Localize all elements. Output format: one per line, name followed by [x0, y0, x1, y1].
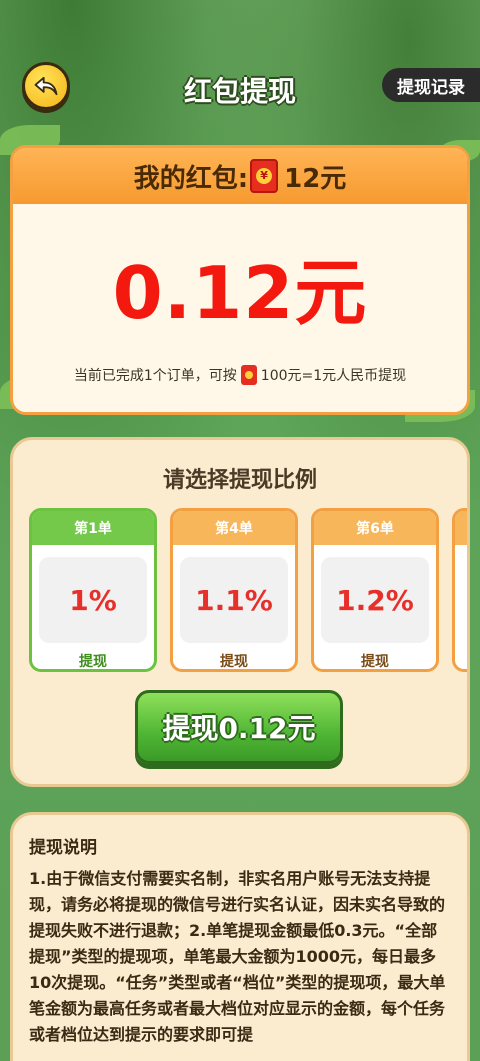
ratio-option-1[interactable]: 第1单 1% 提现 [29, 508, 157, 672]
wallet-label: 我的红包: [133, 163, 249, 194]
option-label: 提现 [361, 654, 389, 670]
note-prefix: 当前已完成1个订单，可按 [73, 368, 237, 384]
option-value: 1.2% [321, 557, 429, 643]
option-label: 提现 [79, 654, 107, 670]
wallet-balance: 12元 [284, 163, 347, 194]
withdrawable-amount: 0.12元 [112, 251, 368, 335]
red-packet-icon [250, 159, 279, 193]
option-head: 第6单 [314, 511, 436, 545]
wallet-card: 我的红包: 12元 0.12元 当前已完成1个订单，可按 100元=1元人民币提… [10, 145, 470, 415]
ratio-option-3[interactable]: 第6单 1.2% 提现 [311, 508, 439, 672]
option-head: 第1单 [32, 511, 154, 545]
ratio-title: 请选择提现比例 [162, 468, 317, 493]
ratio-card: 请选择提现比例 第1单 1% 提现 第4单 1.1% 提现 第6单 1.2% 提… [10, 437, 470, 787]
exchange-note: 当前已完成1个订单，可按 100元=1元人民币提现 [13, 365, 467, 385]
option-head: 第4单 [173, 511, 295, 545]
ratio-option-partial[interactable] [452, 508, 467, 672]
red-packet-small-icon [240, 365, 257, 385]
instructions-text: 1.由于微信支付需要实名制，非实名用户账号无法支持提现，请务必将提现的微信号进行… [29, 869, 446, 1044]
header: 红包提现 提现记录 [0, 52, 480, 122]
instructions-title: 提现说明 [29, 838, 97, 858]
option-head [455, 511, 467, 545]
withdraw-button[interactable]: 提现0.12元 [135, 690, 343, 764]
ratio-option-2[interactable]: 第4单 1.1% 提现 [170, 508, 298, 672]
option-value: 1% [39, 557, 147, 643]
option-value: 1.1% [180, 557, 288, 643]
note-suffix: 100元=1元人民币提现 [260, 368, 407, 384]
withdraw-record-button[interactable]: 提现记录 [382, 68, 480, 102]
wallet-header: 我的红包: 12元 [13, 148, 467, 204]
ratio-options: 第1单 1% 提现 第4单 1.1% 提现 第6单 1.2% 提现 [29, 508, 467, 674]
option-label: 提现 [220, 654, 248, 670]
instructions-card: 提现说明 1.由于微信支付需要实名制，非实名用户账号无法支持提现，请务必将提现的… [10, 812, 470, 1061]
